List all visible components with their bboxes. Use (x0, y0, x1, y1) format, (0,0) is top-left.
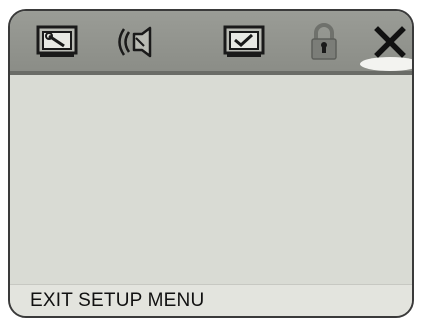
setup-wrench-icon (36, 25, 78, 57)
preferences-check-icon (223, 25, 265, 57)
menu-tab-bar (10, 11, 412, 71)
exit-x-icon (374, 26, 406, 58)
tab-preferences[interactable] (217, 19, 273, 65)
parental-lock-icon (311, 23, 337, 60)
tab-parental-lock[interactable] (296, 19, 352, 65)
setup-menu-window: EXIT SETUP MENU (8, 9, 414, 318)
status-text: EXIT SETUP MENU (30, 290, 205, 311)
tab-exit-setup[interactable] (360, 19, 412, 71)
menu-content-area (10, 75, 412, 289)
audio-speaker-icon (118, 26, 152, 58)
tab-audio-setup[interactable] (108, 19, 164, 65)
status-bar: EXIT SETUP MENU (10, 284, 412, 316)
tab-general-setup[interactable] (30, 19, 86, 65)
